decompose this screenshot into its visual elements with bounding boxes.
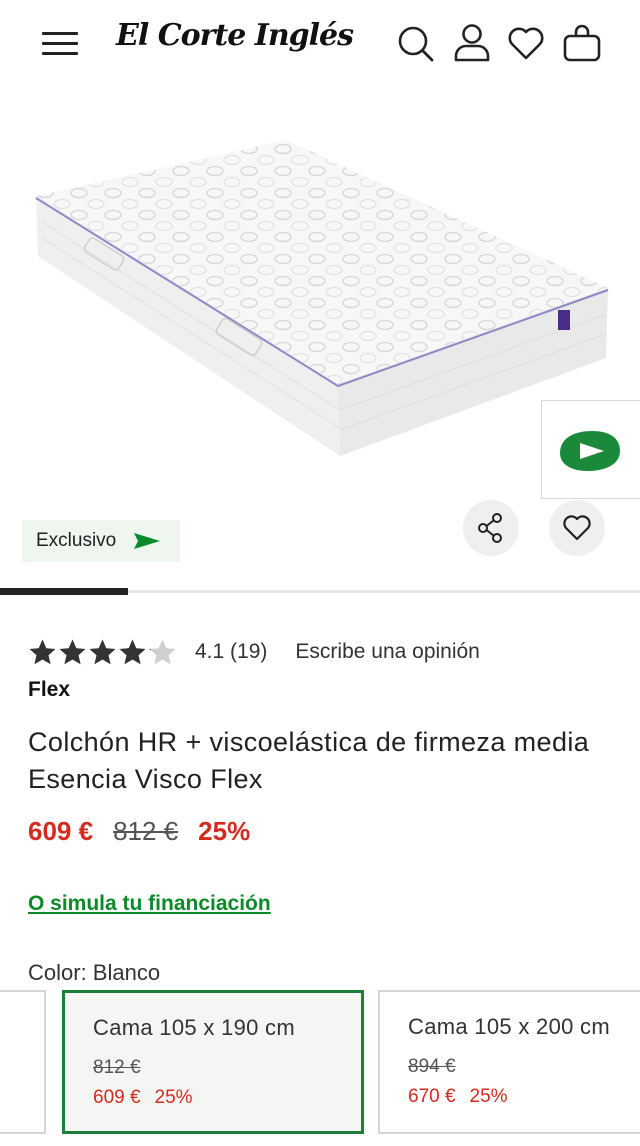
financing-link[interactable]: O simula tu financiación [28, 892, 271, 916]
store-logo[interactable]: El Corte Inglés [116, 18, 354, 53]
size-option-name: Cama 105 x 200 cm [408, 1014, 610, 1039]
star-icon [119, 639, 146, 665]
rating-value: 4.1 (19) [195, 640, 268, 663]
size-option-discount: 25% [154, 1087, 193, 1108]
exclusive-badge: Exclusivo [22, 520, 180, 562]
rating-row: 4.1 (19) Escribe una opinión [28, 632, 480, 672]
size-option-old-price: 894 € [408, 1056, 456, 1077]
size-option[interactable]: Cama 105 x 190 cm 812 € 609 € 25% [62, 990, 364, 1134]
share-button[interactable] [463, 500, 519, 556]
heart-icon [563, 515, 591, 541]
size-option-price: 609 € [93, 1087, 141, 1108]
size-option-price-row: 670 € 25% [408, 1086, 640, 1108]
product-title: Colchón HR + viscoelástica de firmeza me… [28, 727, 590, 794]
bag-icon[interactable] [562, 22, 602, 66]
size-selector: Cama 105 x 190 cm 812 € 609 € 25% Cama 10… [0, 990, 640, 1140]
search-icon[interactable] [396, 22, 436, 66]
favorite-button[interactable] [549, 500, 605, 556]
product-gallery[interactable]: Exclusivo [0, 90, 640, 590]
heart-icon[interactable] [506, 22, 546, 66]
size-option-price: 670 € [408, 1086, 456, 1107]
top-header: El Corte Inglés [0, 0, 640, 90]
size-option[interactable]: Cama 105 x 200 cm 894 € 670 € 25% [378, 990, 640, 1134]
size-option-previous[interactable] [0, 990, 46, 1134]
original-price: 812 € [113, 816, 179, 846]
product-brand[interactable]: Flex [28, 678, 70, 702]
star-icon [29, 639, 56, 665]
exclusive-label: Exclusivo [36, 530, 117, 551]
current-price: 609 € [28, 816, 94, 846]
size-option-old-price: 812 € [93, 1057, 141, 1078]
user-icon[interactable] [452, 22, 492, 66]
size-option-discount: 25% [469, 1086, 508, 1107]
star-icon [59, 639, 86, 665]
video-play-icon [560, 431, 620, 471]
gallery-progress [0, 588, 640, 595]
size-option-name: Cama 105 x 190 cm [93, 1015, 295, 1040]
star-icon [149, 639, 176, 665]
share-icon [478, 513, 502, 543]
rating-stars [28, 638, 177, 666]
rating-count: (19) [230, 640, 268, 663]
color-label: Color: Blanco [28, 960, 161, 985]
star-icon [89, 639, 116, 665]
mattress-image [35, 140, 609, 456]
size-option-price-row: 609 € 25% [93, 1087, 361, 1109]
menu-icon[interactable] [40, 28, 80, 60]
price-row: 609 € 812 € 25% [28, 816, 250, 847]
video-button[interactable] [541, 400, 640, 499]
discount-badge: 25% [198, 816, 251, 846]
exclusive-arrow-icon [134, 533, 161, 549]
gallery-progress-fill [0, 588, 128, 595]
write-review-link[interactable]: Escribe una opinión [295, 640, 479, 664]
